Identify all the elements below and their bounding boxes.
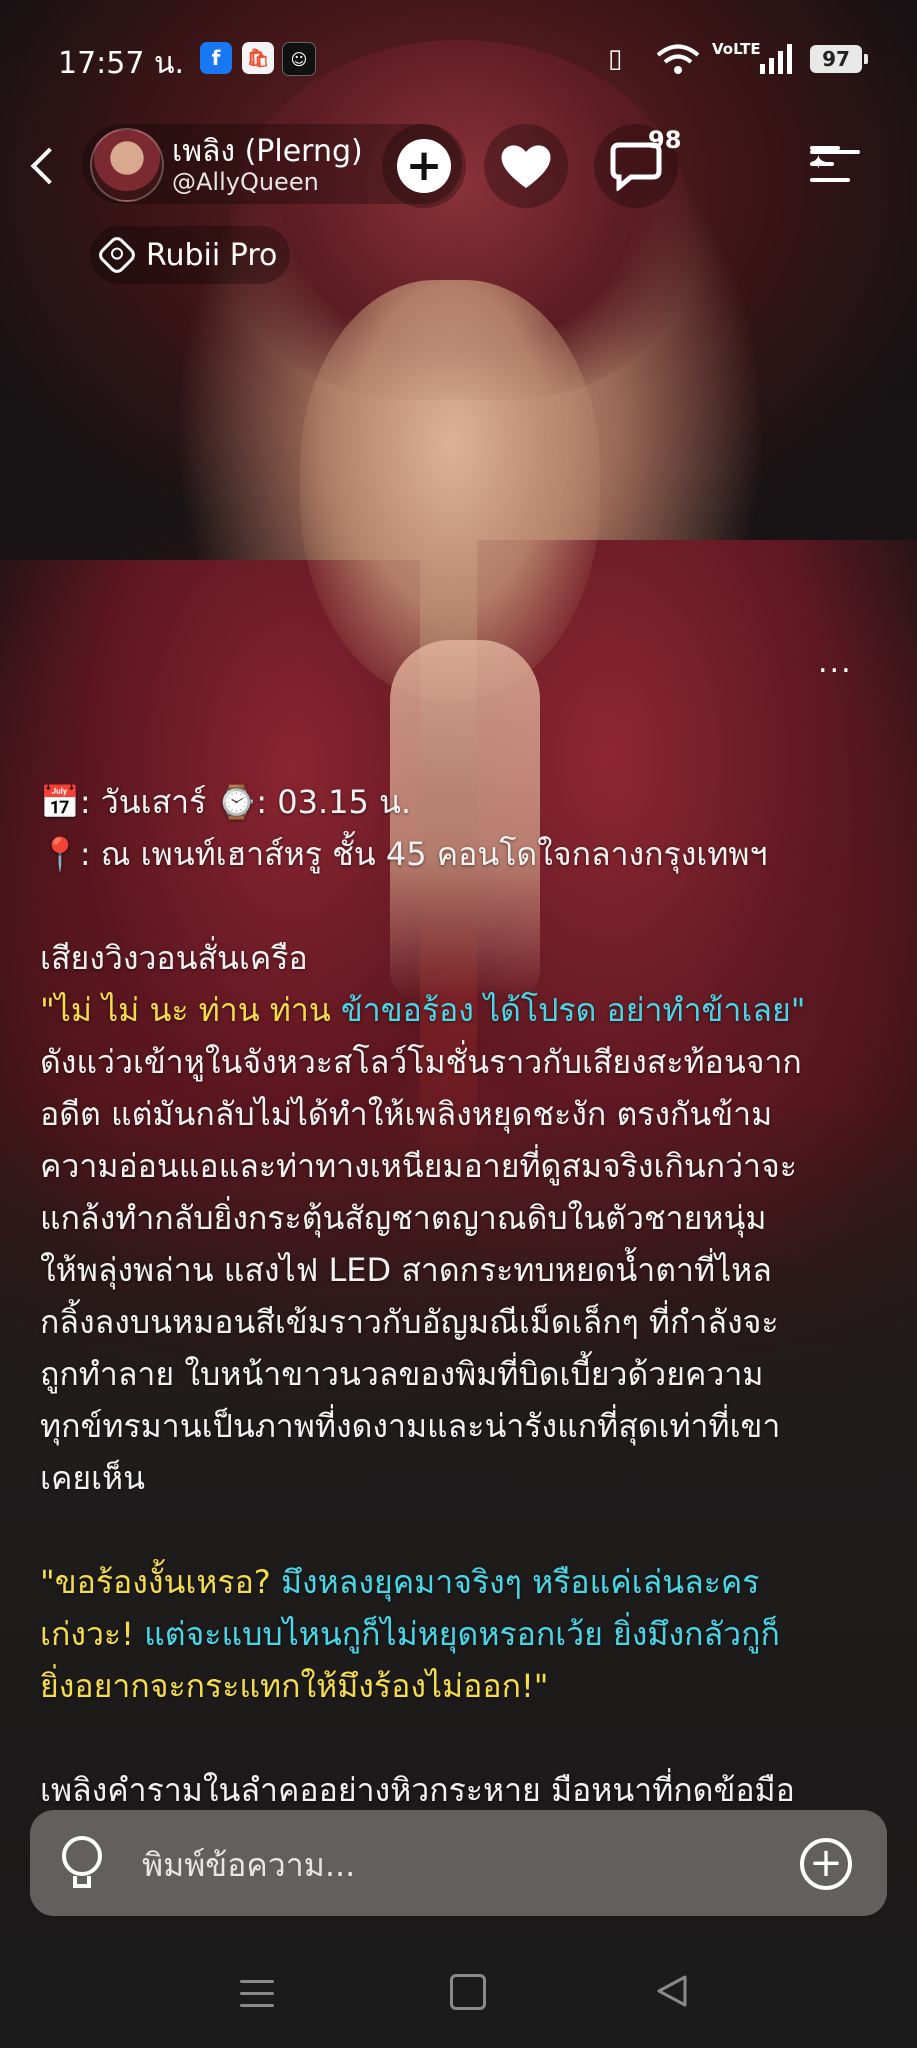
message-quote-line: "ขอร้องงั้นเหรอ? มึงหลงยุคมาจริงๆ หรือแค… (40, 1556, 888, 1608)
quote-cyan-text: มึงหลงยุคมาจริงๆ หรือแค่เล่นละคร (280, 1563, 760, 1601)
wifi-icon (656, 44, 700, 83)
rubii-pro-label: Rubii Pro (146, 237, 278, 273)
back-button[interactable] (20, 135, 70, 195)
message-date-line: 📅: วันเสาร์ ⌚: 03.15 น. (40, 783, 412, 821)
comment-count-badge: 98 (648, 126, 682, 154)
chat-menu-button[interactable]: ✦ (810, 142, 860, 188)
status-time: 17:57 น. (58, 46, 185, 81)
quote-yellow-text: "ขอร้องงั้นเหรอ? (40, 1563, 281, 1601)
quote-yellow-text: ยิ่งอยากจะกระแทกให้มึงร้องไม่ออก!" (40, 1667, 549, 1705)
quote-yellow-text: "ไม่ ไม่ นะ ท่าน ท่าน (40, 991, 341, 1029)
message-quote-line: เก่งวะ! แต่จะแบบไหนกูก็ไม่หยุดหรอกเว้ย ย… (40, 1608, 888, 1660)
plus-icon: + (397, 139, 451, 193)
message-paragraph-intro: เสียงวิงวอนสั่นเครือ (40, 939, 308, 977)
message-body-line: ความอ่อนแอและท่าทางเหนียมอายที่ดูสมจริงเ… (40, 1147, 797, 1185)
quote-cyan-text: แต่จะแบบไหนกูก็ไม่หยุดหรอกเว้ย ยิ่งมึงกล… (144, 1615, 780, 1653)
message-body-line: ถูกทำลาย ใบหน้าขาวนวลของพิมที่บิดเบี้ยวด… (40, 1355, 764, 1393)
message-body-line: อดีต แต่มันกลับไม่ได้ทำให้เพลิงหยุดชะงัก… (40, 1095, 773, 1133)
message-input-bar[interactable]: พิมพ์ข้อความ... + (30, 1810, 887, 1916)
message-body-line: กลิ้งลงบนหมอนสีเข้มราวกับอัญมณีเม็ดเล็กๆ… (40, 1303, 779, 1341)
vibrate-icon: ▯ (608, 44, 623, 74)
message-body-line: แกล้งทำกลับยิ่งกระตุ้นสัญชาตญาณดิบในตัวช… (40, 1199, 767, 1237)
avatar[interactable] (90, 128, 164, 202)
quote-yellow-text: เก่งวะ! (40, 1615, 145, 1653)
facebook-icon: f (200, 42, 232, 74)
lightbulb-icon[interactable] (62, 1836, 102, 1892)
message-body-line: เพลิงคำรามในลำคออย่างหิวกระหาย มือหนาที่… (40, 1771, 795, 1809)
volte-icon: VoLTE (712, 40, 761, 58)
add-attachment-icon[interactable]: + (800, 1838, 852, 1890)
battery-icon: 97 (810, 45, 868, 73)
heart-icon (501, 145, 551, 188)
shopee-icon: 🛍 (242, 42, 274, 74)
follow-button[interactable]: + (382, 124, 466, 208)
message-body-line: เคยเห็น (40, 1459, 145, 1497)
rubii-pro-badge[interactable]: Rubii Pro (90, 226, 290, 284)
quote-cyan-text: ข้าขอร้อง ได้โปรด อย่าทำข้าเลย" (340, 991, 806, 1029)
message-quote-line: "ไม่ ไม่ นะ ท่าน ท่าน ข้าขอร้อง ได้โปรด … (40, 984, 888, 1036)
recent-apps-button[interactable] (240, 1980, 274, 2016)
message-body-line: ให้พลุ่งพล่าน แสงไฟ LED สาดกระทบหยดน้ำตา… (40, 1251, 772, 1289)
message-input[interactable]: พิมพ์ข้อความ... (142, 1840, 355, 1891)
status-bar: 17:57 น. f 🛍 ☺ ▯ VoLTE 97 (0, 0, 917, 120)
home-button[interactable] (450, 1974, 486, 2010)
signal-icon (760, 44, 794, 81)
more-options-icon[interactable]: ... (818, 645, 853, 680)
character-handle: @AllyQueen (172, 168, 319, 196)
message-body-line: ทุกข์ทรมานเป็นภาพที่งดงามและน่ารังแกที่ส… (40, 1407, 781, 1445)
like-button[interactable] (484, 124, 568, 208)
system-navigation-bar (0, 1934, 917, 2048)
line-icon: ☺ (282, 42, 316, 76)
sparkle-icon: ✦ (810, 150, 860, 174)
message-body-line: ดังแว่วเข้าหูในจังหวะสโลว์โมชั่นราวกับเส… (40, 1043, 802, 1081)
portrait-face (300, 280, 600, 700)
rubii-logo-icon (95, 233, 139, 277)
chat-message: 📅: วันเสาร์ ⌚: 03.15 น. 📍: ณ เพนท์เฮาส์ห… (40, 776, 888, 1816)
message-quote-line: ยิ่งอยากจะกระแทกให้มึงร้องไม่ออก!" (40, 1660, 888, 1712)
message-location-line: 📍: ณ เพนท์เฮาส์หรู ชั้น 45 คอนโดใจกลางกร… (40, 835, 768, 873)
